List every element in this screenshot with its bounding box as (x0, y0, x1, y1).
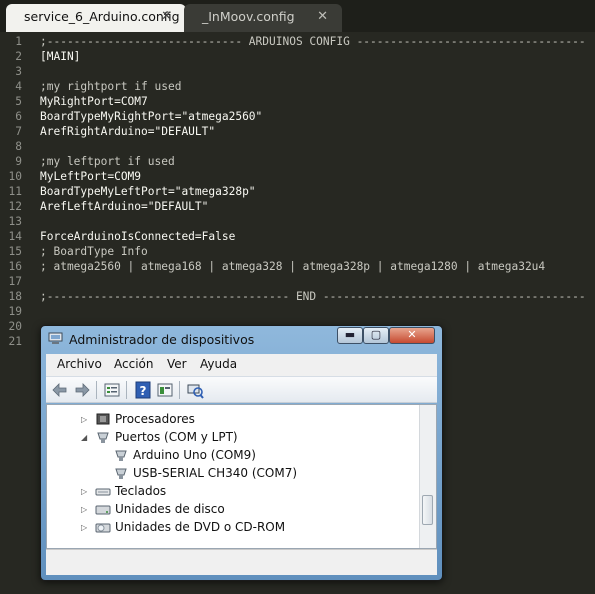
tab-label: service_6_Arduino.config (24, 9, 180, 24)
device-manager-window: Administrador de dispositivos ▬ ▢ ✕ Arch… (40, 325, 443, 581)
tree-label: Teclados (115, 484, 167, 498)
line-number: 14 (8, 230, 22, 243)
expander-icon[interactable]: ◢ (81, 429, 87, 447)
line-number: 13 (8, 215, 22, 228)
tab-service-6-arduino-config[interactable]: service_6_Arduino.config ✕ (6, 4, 186, 32)
menu-bar: Archivo Acción Ver Ayuda (46, 354, 437, 376)
line-number: 12 (8, 200, 22, 213)
line-number: 21 (8, 335, 22, 348)
toolbar-separator (126, 381, 127, 399)
code-line[interactable]: ;------------------------------------ EN… (40, 289, 586, 304)
line-number: 9 (15, 155, 22, 168)
code-line[interactable]: BoardTypeMyLeftPort="atmega328p" (40, 184, 256, 199)
tab-bar: service_6_Arduino.config ✕ _InMoov.confi… (0, 0, 595, 32)
forward-arrow-icon[interactable] (73, 381, 91, 399)
device-manager-icon (48, 332, 63, 344)
line-number: 4 (15, 80, 22, 93)
tab-inmoov-config[interactable]: _InMoov.config ✕ (184, 4, 342, 32)
toolbar-separator (96, 381, 97, 399)
expander-icon[interactable]: ▷ (81, 483, 87, 501)
menu-accion[interactable]: Acción (114, 357, 153, 371)
close-button[interactable]: ✕ (389, 327, 435, 344)
line-number: 7 (15, 125, 22, 138)
scan-hardware-icon[interactable] (186, 381, 204, 399)
tree-label: Procesadores (115, 412, 195, 426)
status-bar (46, 549, 437, 575)
properties-icon[interactable] (103, 381, 121, 399)
line-number: 16 (8, 260, 22, 273)
tab-label: _InMoov.config (202, 9, 295, 24)
tree-label: Puertos (COM y LPT) (115, 430, 238, 444)
vertical-scrollbar[interactable] (419, 405, 436, 548)
update-driver-icon[interactable] (156, 381, 174, 399)
code-line[interactable]: ; BoardType Info (40, 244, 148, 259)
device-tree[interactable]: ▷ Procesadores ◢ Puertos (COM y LPT) Arduino… (46, 404, 437, 549)
line-number: 11 (8, 185, 22, 198)
line-number: 8 (15, 140, 22, 153)
line-number: 17 (8, 275, 22, 288)
line-number: 2 (15, 50, 22, 63)
code-line[interactable]: MyRightPort=COM7 (40, 94, 148, 109)
code-line[interactable]: ArefLeftArduino="DEFAULT" (40, 199, 208, 214)
window-title: Administrador de dispositivos (69, 332, 255, 347)
line-number: 20 (8, 320, 22, 333)
expander-icon[interactable]: ▷ (81, 519, 87, 537)
expander-icon[interactable]: ▷ (81, 501, 87, 519)
line-number: 5 (15, 95, 22, 108)
port-icon (97, 432, 109, 443)
tab-close-icon[interactable]: ✕ (161, 4, 172, 30)
line-number: 15 (8, 245, 22, 258)
port-icon (115, 450, 127, 461)
line-number: 10 (8, 170, 22, 183)
menu-archivo[interactable]: Archivo (57, 357, 102, 371)
tree-label: Unidades de DVD o CD-ROM (115, 520, 286, 534)
toolbar-separator (179, 381, 180, 399)
scrollbar-thumb[interactable] (422, 495, 433, 525)
disk-drive-icon (95, 505, 111, 515)
maximize-button[interactable]: ▢ (363, 327, 389, 344)
help-icon[interactable]: ? (134, 381, 152, 399)
code-line[interactable]: ; atmega2560 | atmega168 | atmega328 | a… (40, 259, 545, 274)
code-line[interactable]: MyLeftPort=COM9 (40, 169, 141, 184)
dvd-drive-icon (95, 523, 111, 533)
minimize-button[interactable]: ▬ (337, 327, 363, 344)
line-number: 6 (15, 110, 22, 123)
tree-label: USB-SERIAL CH340 (COM7) (133, 466, 298, 480)
tree-label: Arduino Uno (COM9) (133, 448, 256, 462)
expander-icon[interactable]: ▷ (81, 411, 87, 429)
menu-ayuda[interactable]: Ayuda (200, 357, 237, 371)
back-arrow-icon[interactable] (51, 381, 69, 399)
code-line[interactable]: ForceArduinoIsConnected=False (40, 229, 235, 244)
line-number: 18 (8, 290, 22, 303)
line-number: 1 (15, 35, 22, 48)
port-icon (115, 468, 127, 479)
processor-icon (96, 413, 110, 425)
line-number: 3 (15, 65, 22, 78)
svg-text:?: ? (140, 384, 147, 398)
keyboard-icon (95, 488, 111, 496)
code-line[interactable]: ;----------------------------- ARDUINOS … (40, 34, 586, 49)
code-line[interactable]: ;my leftport if used (40, 154, 175, 169)
menu-ver[interactable]: Ver (167, 357, 187, 371)
code-line[interactable]: BoardTypeMyRightPort="atmega2560" (40, 109, 262, 124)
toolbar: ? (46, 376, 437, 403)
code-line[interactable]: [MAIN] (40, 49, 80, 64)
tab-close-icon[interactable]: ✕ (317, 4, 328, 30)
tree-label: Unidades de disco (115, 502, 225, 516)
code-line[interactable]: ArefRightArduino="DEFAULT" (40, 124, 215, 139)
line-number: 19 (8, 305, 22, 318)
code-line[interactable]: ;my rightport if used (40, 79, 181, 94)
